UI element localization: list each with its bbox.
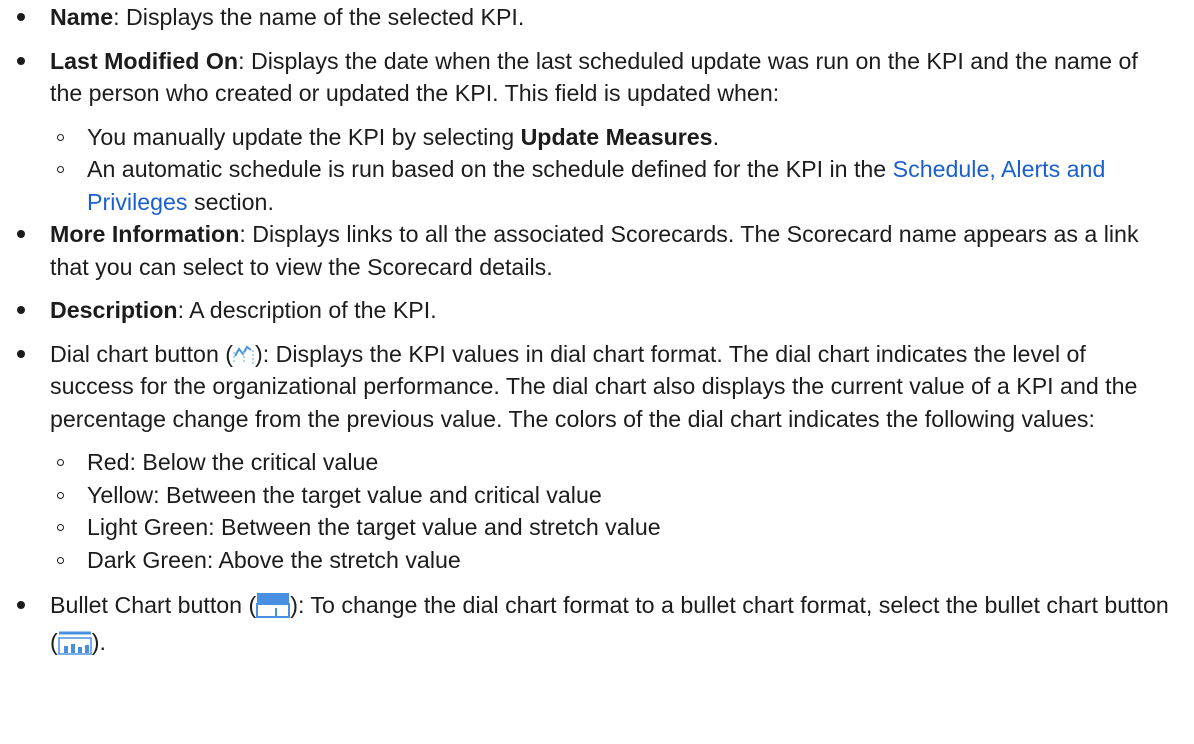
list-item: Description: A description of the KPI. [17, 294, 1176, 327]
bullet [17, 56, 25, 65]
list-item: Name: Displays the name of the selected … [17, 1, 1176, 34]
sub-list-item: Red: Below the critical value [50, 446, 1176, 479]
sub-bullet [57, 166, 64, 173]
sub-bullet [57, 459, 64, 466]
term-description: Description [50, 297, 178, 323]
document-body: Name: Displays the name of the selected … [0, 0, 1194, 661]
term-last-modified: Last Modified On [50, 47, 239, 74]
list-item: Dial chart button ( ): Displays the KPI … [17, 338, 1176, 436]
sub-bullet [57, 524, 64, 531]
bullet-chart-icon [256, 593, 291, 618]
bullet [17, 349, 25, 358]
list-item: Last Modified On: Displays the date when… [17, 45, 1176, 110]
sub-list-item: Light Green: Between the target value an… [50, 511, 1176, 544]
sub-list-item: Dark Green: Above the stretch value [50, 544, 1176, 577]
term-more-information: More Information [50, 221, 240, 247]
sub-list-item: Yellow: Between the target value and cri… [50, 479, 1176, 512]
term-name: Name [50, 4, 114, 30]
update-measures-label: Update Measures [520, 123, 713, 150]
item-text: : Displays the name of the selected KPI. [113, 4, 525, 30]
sub-bullet [57, 133, 64, 141]
dial-chart-icon [233, 345, 254, 364]
bullet [17, 601, 25, 609]
bullet [17, 230, 25, 238]
item-text: : A description of the KPI. [177, 297, 437, 323]
bullet [17, 306, 25, 314]
list-item: More Information: Displays links to all … [17, 218, 1176, 283]
sub-bullet [57, 556, 64, 564]
bullet [17, 13, 25, 21]
sub-list-item: You manually update the KPI by selecting… [50, 121, 1176, 154]
list-item: Bullet Chart button ( ): To change the d… [17, 587, 1176, 661]
bullet-chart-icon [57, 631, 92, 655]
sub-bullet [57, 491, 64, 499]
sub-list-item: An automatic schedule is run based on th… [50, 153, 1176, 218]
